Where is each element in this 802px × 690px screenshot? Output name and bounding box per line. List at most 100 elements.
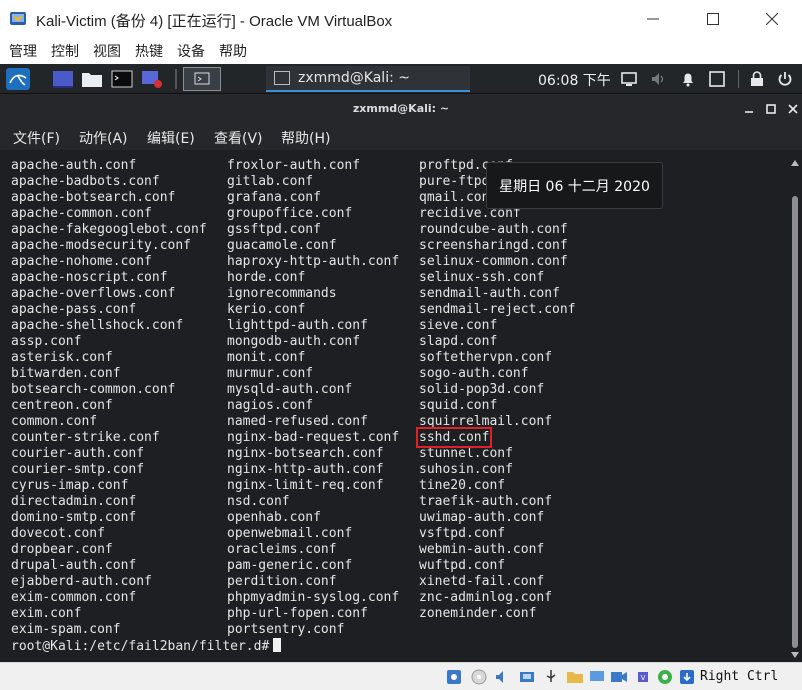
power-icon[interactable] (776, 70, 794, 88)
file-name: roundcube-auth.conf (419, 222, 568, 237)
mouse-integration-icon[interactable] (656, 668, 674, 686)
terminal-titlebar: zxmmd@Kali: ~ (0, 94, 802, 124)
file-entry: screensharingd.conf (419, 238, 576, 254)
file-entry: directadmin.conf (11, 494, 207, 510)
file-name: exim.conf (11, 606, 82, 621)
terminal-output[interactable]: apache-auth.conf apache-badbots.conf apach… (0, 156, 786, 662)
scroll-down-arrow-icon[interactable] (791, 652, 799, 658)
file-name: webmin-auth.conf (419, 542, 545, 557)
terminal-maximize-icon[interactable] (764, 102, 778, 116)
file-manager-icon[interactable] (81, 68, 103, 90)
menu-view[interactable]: 视图 (93, 41, 121, 61)
file-name: sogo-auth.conf (419, 366, 529, 381)
file-name: cyrus-imap.conf (11, 478, 129, 493)
video-capture-icon[interactable] (610, 668, 628, 686)
file-name: apache-overflows.conf (11, 286, 176, 301)
file-name: softethervpn.conf (419, 350, 553, 365)
kali-menu-icon[interactable] (6, 68, 30, 90)
file-entry: dovecot.conf (11, 526, 207, 542)
file-entry: horde.conf (227, 270, 399, 286)
display-settings-icon[interactable] (588, 668, 606, 686)
menu-devices[interactable]: 设备 (177, 41, 205, 61)
file-entry: sogo-auth.conf (419, 366, 576, 382)
file-name: suhosin.conf (419, 462, 513, 477)
file-entry: asterisk.conf (11, 350, 207, 366)
maximize-button[interactable] (690, 0, 736, 38)
terminal-launcher-icon[interactable] (111, 68, 133, 90)
file-entry: grafana.conf (227, 190, 399, 206)
file-entry: lighttpd-auth.conf (227, 318, 399, 334)
volume-icon[interactable] (650, 70, 668, 88)
file-entry: guacamole.conf (227, 238, 399, 254)
shared-folders-icon[interactable] (566, 668, 584, 686)
file-name: courier-smtp.conf (11, 462, 145, 477)
file-name: horde.conf (227, 270, 306, 285)
terminal-menu-action[interactable]: 动作(A) (79, 128, 128, 148)
close-button[interactable] (749, 0, 795, 38)
file-entry: traefik-auth.conf (419, 494, 576, 510)
file-entry: stunnel.conf (419, 446, 576, 462)
terminal-minimize-icon[interactable] (742, 102, 756, 116)
network-icon[interactable] (708, 70, 726, 88)
file-entry: sendmail-auth.conf (419, 286, 576, 302)
file-entry: mongodb-auth.conf (227, 334, 399, 350)
file-entry: kerio.conf (227, 302, 399, 318)
vm-display[interactable]: zxmmd@Kali: ~ 06:08 下午 zxmmd@Kali: ~ 文件(… (0, 64, 802, 662)
file-entry: nginx-limit-req.conf (227, 478, 399, 494)
terminal-menu-file[interactable]: 文件(F) (13, 128, 60, 148)
file-entry: apache-shellshock.conf (11, 318, 207, 334)
file-name: screensharingd.conf (419, 238, 568, 253)
hard-disk-icon[interactable] (445, 668, 463, 686)
file-name: solid-pop3d.conf (419, 382, 545, 397)
minimize-button[interactable] (630, 0, 676, 38)
file-name: squirrelmail.conf (419, 414, 553, 429)
screen-recorder-icon[interactable] (141, 68, 163, 90)
file-entry: dropbear.conf (11, 542, 207, 558)
show-desktop-icon[interactable] (52, 68, 74, 90)
file-entry: nginx-botsearch.conf (227, 446, 399, 462)
file-entry: domino-smtp.conf (11, 510, 207, 526)
notification-bell-icon[interactable] (679, 70, 697, 88)
workspace-switcher[interactable] (183, 67, 221, 91)
panel-clock[interactable]: 06:08 下午 (538, 70, 611, 90)
network-adapter-icon[interactable] (518, 668, 536, 686)
file-entry: ignorecommands (227, 286, 399, 302)
taskbar-terminal-button[interactable]: zxmmd@Kali: ~ (266, 66, 470, 92)
audio-icon[interactable] (494, 668, 512, 686)
shell-prompt-line[interactable]: root@Kali:/etc/fail2ban/filter.d# (11, 638, 282, 654)
file-name: xinetd-fail.conf (419, 574, 545, 589)
usb-icon[interactable] (542, 668, 560, 686)
file-name: apache-nohome.conf (11, 254, 152, 269)
file-entry: apache-auth.conf (11, 158, 207, 174)
terminal-menu-help[interactable]: 帮助(H) (281, 128, 330, 148)
shell-prompt: root@Kali:/etc/fail2ban/filter.d# (11, 639, 270, 654)
file-entry: squirrelmail.conf (419, 414, 576, 430)
file-entry: centreon.conf (11, 398, 207, 414)
scroll-thumb[interactable] (792, 196, 798, 648)
terminal-scrollbar[interactable] (790, 156, 800, 662)
menu-control[interactable]: 控制 (51, 41, 79, 61)
scroll-up-arrow-icon[interactable] (791, 160, 799, 166)
menu-manage[interactable]: 管理 (9, 41, 37, 61)
terminal-menu-view[interactable]: 查看(V) (214, 128, 263, 148)
file-entry: bitwarden.conf (11, 366, 207, 382)
optical-drive-icon[interactable] (470, 668, 488, 686)
file-name: haproxy-http-auth.conf (227, 254, 400, 269)
file-name: tine20.conf (419, 478, 506, 493)
file-entry: apache-common.conf (11, 206, 207, 222)
menu-help[interactable]: 帮助 (219, 41, 247, 61)
display-icon[interactable] (620, 70, 638, 88)
file-entry: courier-smtp.conf (11, 462, 207, 478)
file-name: drupal-auth.conf (11, 558, 137, 573)
keyboard-capture-icon[interactable] (678, 668, 696, 686)
terminal-menu-edit[interactable]: 编辑(E) (147, 128, 195, 148)
file-name: lighttpd-auth.conf (227, 318, 368, 333)
file-name: apache-common.conf (11, 206, 152, 221)
file-name: centreon.conf (11, 398, 113, 413)
lock-icon[interactable] (748, 70, 766, 88)
terminal-close-icon[interactable] (786, 102, 800, 116)
minimize-icon (647, 18, 659, 20)
file-entry: apache-nohome.conf (11, 254, 207, 270)
menu-hotkey[interactable]: 热键 (135, 41, 163, 61)
cpu-icon[interactable]: V (634, 668, 652, 686)
